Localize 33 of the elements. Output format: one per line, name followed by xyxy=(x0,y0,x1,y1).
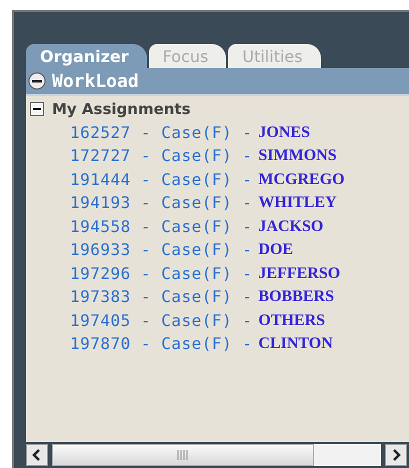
client-name: JACKSO xyxy=(258,218,324,236)
case-link[interactable]: 162527 - Case(F) - xyxy=(70,122,252,142)
horizontal-scrollbar[interactable] xyxy=(26,442,409,468)
case-link[interactable]: 194193 - Case(F) - xyxy=(70,193,252,212)
case-link[interactable]: 197383 - Case(F) - xyxy=(70,287,252,306)
case-link[interactable]: 196933 - Case(F) - xyxy=(70,240,252,259)
tab[interactable]: Organizer xyxy=(26,44,147,68)
scroll-left-icon[interactable] xyxy=(26,444,48,466)
case-link[interactable]: 197870 - Case(F) - xyxy=(70,334,252,353)
tab[interactable]: Utilities xyxy=(228,44,321,68)
scroll-thumb[interactable] xyxy=(52,444,314,466)
case-link[interactable]: 194558 - Case(F) - xyxy=(70,216,252,236)
client-name: CLINTON xyxy=(258,335,333,353)
section-title: WorkLoad xyxy=(52,70,139,92)
client-name: MCGREGO xyxy=(258,170,345,188)
case-link[interactable]: 197405 - Case(F) - xyxy=(70,310,252,330)
case-link[interactable]: 191444 - Case(F) - xyxy=(70,170,252,188)
client-name: JONES xyxy=(258,124,310,142)
collapse-icon[interactable] xyxy=(28,72,46,90)
section-header[interactable]: WorkLoad xyxy=(26,68,409,96)
case-link[interactable]: 172727 - Case(F) - xyxy=(70,146,252,165)
group-title: My Assignments xyxy=(52,100,191,118)
case-link[interactable]: 197296 - Case(F) - xyxy=(70,264,252,282)
grip-icon xyxy=(177,450,189,460)
collapse-icon[interactable] xyxy=(30,102,44,116)
client-name: BOBBERS xyxy=(258,288,334,306)
client-name: SIMMONS xyxy=(258,147,337,165)
client-name: OTHERS xyxy=(258,312,326,330)
tab[interactable]: Focus xyxy=(148,44,226,68)
client-name: JEFFERSO xyxy=(258,264,340,282)
client-name: DOE xyxy=(258,241,294,259)
scroll-right-icon[interactable] xyxy=(385,444,407,466)
client-name: WHITLEY xyxy=(258,194,337,212)
